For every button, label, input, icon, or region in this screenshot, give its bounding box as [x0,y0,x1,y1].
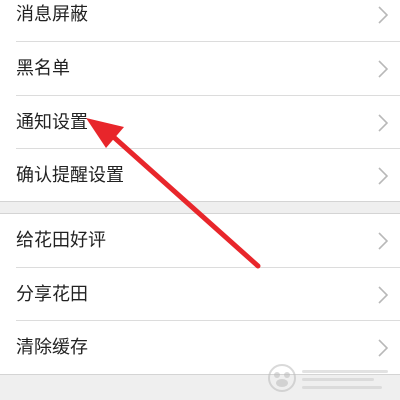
chevron-right-icon [378,6,388,24]
row-label: 清除缓存 [16,337,88,358]
row-label: 通知设置 [16,112,88,133]
chevron-right-icon [378,232,388,250]
row-notification-settings[interactable]: 通知设置 [0,96,400,149]
settings-screen: 消息屏蔽 黑名单 通知设置 确认提醒设置 给花田好评 分享花田 清除缓存 [0,0,400,400]
row-message-block[interactable]: 消息屏蔽 [0,0,400,41]
row-share-app[interactable]: 分享花田 [0,268,400,321]
row-label: 黑名单 [16,58,70,79]
row-label: 给花田好评 [16,230,106,251]
row-label: 分享花田 [16,284,88,305]
chevron-right-icon [378,60,388,78]
row-rate-app[interactable]: 给花田好评 [0,214,400,267]
row-label: 确认提醒设置 [16,165,124,186]
row-label: 消息屏蔽 [16,4,88,25]
chevron-right-icon [378,167,388,185]
settings-group-general: 消息屏蔽 黑名单 通知设置 确认提醒设置 [0,0,400,201]
watermark-logo-icon [268,364,388,392]
settings-group-app: 给花田好评 分享花田 清除缓存 [0,214,400,374]
row-blacklist[interactable]: 黑名单 [0,42,400,95]
section-separator [0,201,400,202]
chevron-right-icon [378,114,388,132]
chevron-right-icon [378,339,388,357]
row-confirm-reminder-settings[interactable]: 确认提醒设置 [0,149,400,202]
chevron-right-icon [378,286,388,304]
